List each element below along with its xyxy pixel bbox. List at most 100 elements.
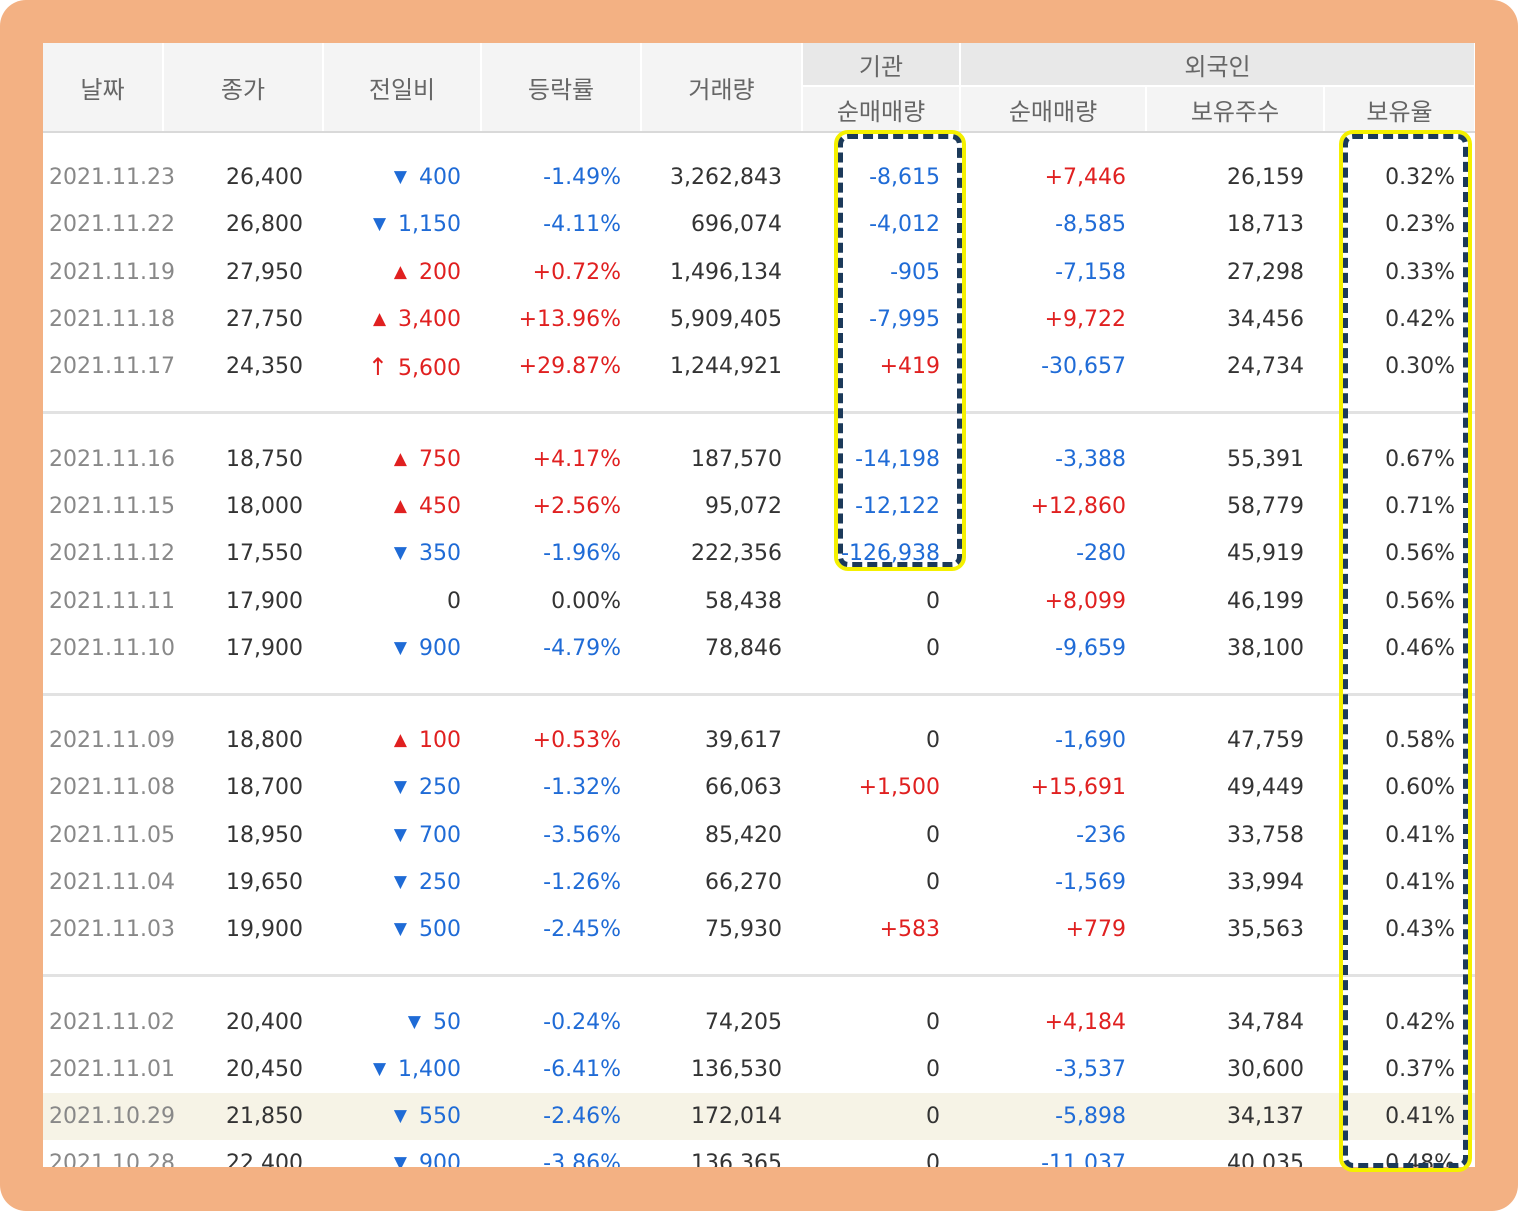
change-value: 200 — [419, 259, 461, 285]
cell-rate: -6.41% — [543, 1056, 621, 1082]
cell-foreign-ratio: 0.32% — [1385, 165, 1455, 191]
cell-date: 2021.11.04 — [49, 870, 175, 895]
header-foreign-shares: 보유주수 — [1146, 86, 1325, 133]
cell-foreign-shares: 26,159 — [1227, 165, 1304, 191]
cell-foreign-net: -280 — [1076, 541, 1126, 567]
cell-change: ▲ 200 — [323, 249, 481, 296]
limit-up-arrow-icon: ↑ — [367, 352, 389, 381]
stock-trading-table-panel: 날짜 종가 전일비 등락률 거래량 기관 외국인 순매매량 순매매량 보유주수 … — [43, 43, 1475, 1167]
change-value: 900 — [419, 635, 461, 661]
cell-volume: 58,438 — [705, 588, 782, 614]
cell-rate: -0.24% — [543, 1009, 621, 1035]
change-value: 5,600 — [398, 355, 461, 381]
cell-date: 2021.11.22 — [49, 212, 175, 238]
cell-change: ▲ 750 — [323, 435, 481, 482]
change-value: 0 — [447, 588, 461, 614]
cell-volume: 3,262,843 — [670, 165, 782, 191]
cell-date: 2021.11.11 — [49, 588, 175, 614]
cell-rate: 0.00% — [551, 588, 621, 614]
cell-close: 21,850 — [163, 1093, 323, 1141]
cell-foreign-net: -3,388 — [1055, 446, 1126, 472]
header-foreign-net: 순매매량 — [960, 86, 1147, 133]
cell-change: ▼ 50 — [323, 998, 481, 1045]
row-spacer — [43, 696, 1475, 717]
table-row: 2021.11.15 18,000 ▲ 450 +2.56% 95,072 -12,122 +… — [43, 483, 1475, 530]
cell-foreign-ratio: 0.56% — [1385, 541, 1455, 567]
cell-change: ▼ 250 — [323, 764, 481, 811]
cell-change: 0 — [323, 577, 481, 624]
table-body: 2021.11.23 26,400 ▼ 400 -1.49% 3,262,843 -8,61… — [43, 132, 1475, 1167]
cell-foreign-ratio: 0.58% — [1385, 728, 1455, 754]
cell-rate: -1.26% — [543, 870, 621, 895]
cell-close: 27,750 — [226, 307, 303, 333]
cell-foreign-net: +8,099 — [1044, 588, 1126, 614]
cell-rate: -2.45% — [543, 917, 621, 943]
cell-date: 2021.11.05 — [49, 822, 175, 848]
cell-foreign-net: -5,898 — [960, 1093, 1146, 1141]
cell-foreign-net: -8,585 — [1055, 212, 1126, 238]
cell-institution-net: 0 — [926, 870, 940, 895]
cell-foreign-net: -236 — [1076, 822, 1126, 848]
down-triangle-icon: ▼ — [372, 1058, 387, 1079]
cell-foreign-shares: 34,456 — [1227, 307, 1304, 333]
cell-close: 19,900 — [226, 917, 303, 943]
cell-institution-net: -14,198 — [855, 446, 940, 472]
cell-foreign-ratio: 0.48% — [1385, 1151, 1455, 1167]
cell-foreign-ratio: 0.33% — [1385, 259, 1455, 285]
table-row: 2021.11.04 19,650 ▼ 250 -1.26% 66,270 0 -1,569 3… — [43, 859, 1475, 906]
cell-volume: 85,420 — [705, 822, 782, 848]
change-value: 900 — [419, 1151, 461, 1167]
cell-date: 2021.11.08 — [49, 775, 175, 801]
cell-close: 26,400 — [226, 165, 303, 191]
cell-foreign-shares: 24,734 — [1227, 354, 1304, 380]
cell-volume: 222,356 — [691, 541, 782, 567]
header-close: 종가 — [163, 43, 324, 133]
table-row: 2021.11.05 18,950 ▼ 700 -3.56% 85,420 0 -236 33,… — [43, 812, 1475, 859]
change-value: 250 — [419, 775, 461, 801]
down-triangle-icon: ▼ — [393, 777, 407, 798]
cell-change: ▼ 1,400 — [323, 1046, 481, 1093]
down-triangle-icon: ▼ — [393, 824, 407, 845]
change-value: 1,400 — [398, 1056, 461, 1082]
cell-change: ▼ 1,150 — [323, 201, 481, 248]
cell-close: 18,950 — [226, 822, 303, 848]
cell-foreign-ratio: 0.41% — [1385, 870, 1455, 895]
cell-date: 2021.11.02 — [49, 1009, 175, 1035]
cell-foreign-shares: 40,035 — [1227, 1151, 1304, 1167]
cell-date: 2021.10.29 — [43, 1093, 175, 1141]
down-triangle-icon: ▼ — [393, 872, 407, 892]
cell-foreign-shares: 27,298 — [1227, 259, 1304, 285]
down-triangle-icon: ▼ — [407, 1011, 421, 1032]
cell-date: 2021.11.18 — [49, 307, 175, 333]
cell-institution-net: -7,995 — [869, 307, 940, 333]
cell-close: 18,000 — [226, 493, 303, 519]
cell-change: ▼ 900 — [323, 625, 481, 672]
cell-foreign-shares: 33,758 — [1227, 822, 1304, 848]
up-triangle-icon: ▲ — [393, 448, 407, 469]
table-row: 2021.11.22 26,800 ▼ 1,150 -4.11% 696,074 -4,01… — [43, 201, 1475, 248]
cell-foreign-net: -7,158 — [1055, 259, 1126, 285]
cell-institution-net: -905 — [890, 259, 940, 285]
cell-foreign-ratio: 0.71% — [1385, 493, 1455, 519]
cell-change: ▲ 100 — [323, 717, 481, 764]
change-value: 50 — [433, 1009, 461, 1035]
change-value: 3,400 — [398, 307, 461, 333]
cell-volume: 66,063 — [705, 775, 782, 801]
cell-close: 17,550 — [226, 541, 303, 567]
table-row: 2021.11.12 17,550 ▼ 350 -1.96% 222,356 -126,93… — [43, 530, 1475, 577]
cell-foreign-net: +779 — [1065, 917, 1126, 943]
cell-volume: 66,270 — [705, 870, 782, 895]
up-triangle-icon: ▲ — [372, 309, 387, 330]
cell-rate: -2.46% — [481, 1093, 641, 1141]
cell-rate: +4.17% — [532, 446, 621, 472]
cell-volume: 78,846 — [705, 635, 782, 661]
cell-change: ▼ 900 — [323, 1140, 481, 1167]
cell-date: 2021.11.16 — [49, 446, 175, 472]
cell-rate: -1.96% — [543, 541, 621, 567]
cell-foreign-ratio: 0.41% — [1385, 822, 1455, 848]
cell-foreign-ratio: 0.30% — [1385, 354, 1455, 380]
cell-close: 19,650 — [226, 870, 303, 895]
table-row: 2021.11.17 24,350 ↑ 5,600 +29.87% 1,244,921 +4… — [43, 343, 1475, 390]
cell-volume: 74,205 — [705, 1009, 782, 1035]
change-value: 1,150 — [398, 212, 461, 238]
